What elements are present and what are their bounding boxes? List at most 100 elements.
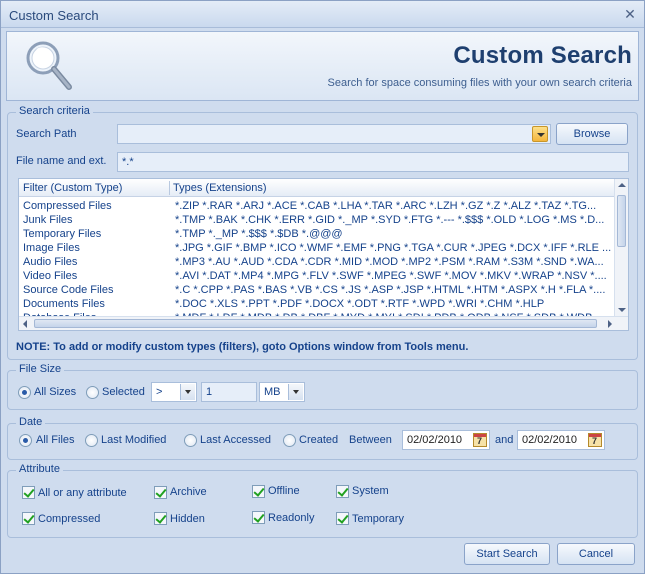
row-filter: Junk Files	[23, 214, 73, 226]
chevron-down-icon[interactable]	[180, 384, 195, 400]
start-search-button[interactable]: Start Search	[464, 543, 550, 565]
row-types: *.ZIP *.RAR *.ARJ *.ACE *.CAB *.LHA *.TA…	[175, 200, 597, 212]
row-types: *.JPG *.GIF *.BMP *.ICO *.WMF *.EMF *.PN…	[175, 242, 612, 254]
between-label: Between	[349, 434, 392, 446]
row-types: *.C *.CPP *.PAS *.BAS *.VB *.CS *.JS *.A…	[175, 284, 606, 296]
scroll-down-icon[interactable]	[618, 308, 626, 312]
cancel-button[interactable]: Cancel	[557, 543, 635, 565]
date-from-picker[interactable]: 02/02/2010	[402, 430, 490, 450]
readonly-checkbox[interactable]	[252, 511, 265, 524]
search-path-dropdown-button[interactable]	[532, 126, 548, 142]
list-item[interactable]: Junk Files *.TMP *.BAK *.CHK *.ERR *.GID …	[19, 214, 615, 228]
calendar-icon[interactable]	[473, 433, 487, 447]
compressed-label[interactable]: Compressed	[38, 513, 100, 525]
custom-types-note: NOTE: To add or modify custom types (fil…	[16, 341, 469, 353]
hidden-checkbox[interactable]	[154, 512, 167, 525]
row-filter: Audio Files	[23, 256, 78, 268]
size-operator-select[interactable]: >	[151, 382, 197, 402]
system-checkbox[interactable]	[336, 485, 349, 498]
date-label: Date	[16, 416, 46, 428]
list-item[interactable]: Source Code Files *.C *.CPP *.PAS *.BAS *…	[19, 284, 615, 298]
close-icon[interactable]: ✕	[622, 6, 638, 22]
archive-label[interactable]: Archive	[170, 486, 207, 498]
row-types: *.DOC *.XLS *.PPT *.PDF *.DOCX *.ODT *.R…	[175, 298, 545, 310]
created-radio[interactable]	[283, 434, 296, 447]
list-header: Filter (Custom Type) Types (Extensions)	[19, 179, 617, 197]
size-amount-input[interactable]: 1	[201, 382, 257, 402]
size-unit-value: MB	[264, 386, 281, 398]
and-label: and	[495, 434, 514, 446]
all-files-label[interactable]: All Files	[36, 434, 75, 446]
row-filter: Image Files	[23, 242, 80, 254]
row-types: *.AVI *.DAT *.MP4 *.MPG *.FLV *.SWF *.MP…	[175, 270, 607, 282]
temporary-checkbox[interactable]	[336, 512, 349, 525]
all-sizes-radio[interactable]	[18, 386, 31, 399]
calendar-icon[interactable]	[588, 433, 602, 447]
selected-size-label[interactable]: Selected	[102, 386, 145, 398]
chevron-down-icon[interactable]	[288, 384, 303, 400]
list-item[interactable]: Image Files *.JPG *.GIF *.BMP *.ICO *.WMF…	[19, 242, 615, 256]
last-accessed-radio[interactable]	[184, 434, 197, 447]
header-banner: Custom Search Search for space consuming…	[6, 31, 639, 101]
temporary-label[interactable]: Temporary	[352, 513, 404, 525]
list-item[interactable]: Audio Files *.MP3 *.AU *.AUD *.CDA *.CDR …	[19, 256, 615, 270]
all-attribute-checkbox[interactable]	[22, 486, 35, 499]
selected-size-radio[interactable]	[86, 386, 99, 399]
last-modified-radio[interactable]	[85, 434, 98, 447]
list-item[interactable]: Compressed Files *.ZIP *.RAR *.ARJ *.ACE …	[19, 200, 615, 214]
scroll-left-icon[interactable]	[23, 320, 27, 328]
file-name-label: File name and ext.	[16, 155, 107, 167]
horizontal-scroll-thumb[interactable]	[34, 319, 597, 328]
column-filter-header[interactable]: Filter (Custom Type)	[23, 182, 122, 194]
window-title: Custom Search	[9, 8, 99, 23]
compressed-checkbox[interactable]	[22, 512, 35, 525]
row-filter: Documents Files	[23, 298, 105, 310]
date-to-value: 02/02/2010	[522, 434, 578, 446]
banner-subtitle: Search for space consuming files with yo…	[327, 77, 632, 89]
hidden-label[interactable]: Hidden	[170, 513, 205, 525]
column-types-header[interactable]: Types (Extensions)	[173, 182, 267, 194]
custom-search-window: Custom Search ✕ Custom Search Search for…	[0, 0, 645, 574]
browse-button[interactable]: Browse	[556, 123, 628, 145]
banner-heading: Custom Search	[453, 42, 632, 69]
vertical-scrollbar[interactable]	[614, 179, 628, 316]
list-item[interactable]: Video Files *.AVI *.DAT *.MP4 *.MPG *.FLV…	[19, 270, 615, 284]
all-files-radio[interactable]	[19, 434, 32, 447]
offline-checkbox[interactable]	[252, 485, 265, 498]
row-filter: Temporary Files	[23, 228, 102, 240]
search-path-label: Search Path	[16, 128, 77, 140]
all-sizes-label[interactable]: All Sizes	[34, 386, 76, 398]
created-label[interactable]: Created	[299, 434, 338, 446]
column-divider	[169, 181, 170, 195]
offline-label[interactable]: Offline	[268, 485, 300, 497]
attribute-label: Attribute	[16, 463, 63, 475]
size-unit-select[interactable]: MB	[259, 382, 305, 402]
vertical-scroll-thumb[interactable]	[617, 195, 626, 247]
size-operator-value: >	[156, 386, 163, 398]
date-from-value: 02/02/2010	[407, 434, 463, 446]
file-size-label: File Size	[16, 363, 65, 375]
readonly-label[interactable]: Readonly	[268, 512, 314, 524]
list-item[interactable]: Temporary Files *.TMP *._MP *.$$$ *.$DB *…	[19, 228, 615, 242]
search-path-input[interactable]	[117, 124, 551, 144]
row-types: *.MP3 *.AU *.AUD *.CDA *.CDR *.MID *.MOD…	[175, 256, 604, 268]
title-bar: Custom Search ✕	[1, 1, 644, 28]
all-attribute-label[interactable]: All or any attribute	[38, 487, 127, 499]
scroll-up-icon[interactable]	[618, 183, 626, 187]
list-item[interactable]: Documents Files *.DOC *.XLS *.PPT *.PDF *…	[19, 298, 615, 312]
last-modified-label[interactable]: Last Modified	[101, 434, 166, 446]
file-name-input[interactable]: *.*	[117, 152, 629, 172]
row-types: *.TMP *._MP *.$$$ *.$DB *.@@@	[175, 228, 343, 240]
scroll-right-icon[interactable]	[608, 320, 612, 328]
attribute-group: Attribute	[7, 463, 638, 538]
search-criteria-label: Search criteria	[16, 105, 93, 117]
date-to-picker[interactable]: 02/02/2010	[517, 430, 605, 450]
row-filter: Compressed Files	[23, 200, 112, 212]
magnifier-icon	[26, 41, 72, 90]
archive-checkbox[interactable]	[154, 486, 167, 499]
last-accessed-label[interactable]: Last Accessed	[200, 434, 271, 446]
system-label[interactable]: System	[352, 485, 389, 497]
row-filter: Source Code Files	[23, 284, 114, 296]
horizontal-scrollbar[interactable]	[19, 316, 628, 330]
custom-type-list[interactable]: Filter (Custom Type) Types (Extensions) …	[18, 178, 629, 331]
